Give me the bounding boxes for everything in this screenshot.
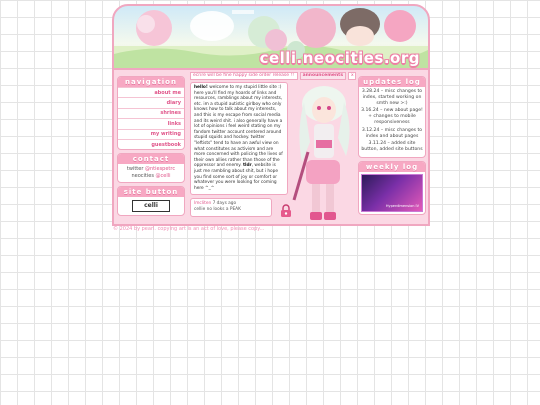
neocities-label: neocities (131, 173, 154, 180)
navigation-box: navigation about me diary shrines links … (117, 76, 185, 151)
twitter-label: twitter (126, 166, 144, 173)
contact-details: twitter @ntiespetrc neocities @celli (118, 164, 184, 182)
nav-link-about-me[interactable]: about me (118, 87, 184, 97)
footer-text: © 2024 by pearl. copying art is an act o… (113, 226, 265, 232)
status-box: lmcliten 7 days ago cellie no looks a PE… (190, 198, 272, 217)
nav-link-shrines[interactable]: shrines (118, 107, 184, 118)
weekly-caption: Hyperdimension IV (385, 203, 419, 208)
twitter-handle-link[interactable]: @ntiespetrc (145, 166, 175, 172)
navigation-heading: navigation (118, 77, 184, 87)
updates-log-box: updates log 3.28.24 – misc changes to in… (358, 76, 426, 158)
weekly-heading: weekly log (359, 161, 425, 172)
welcome-body: welcome to my stupid little site :) here… (194, 85, 283, 169)
marquee-tab: ecrire will be fine happy side order rel… (190, 72, 298, 80)
update-entry: 3.11.24 – added site button, added site … (361, 141, 423, 153)
neocities-handle-link[interactable]: @celli (156, 173, 171, 179)
welcome-emphasis: tldr (242, 163, 252, 169)
site-button-image[interactable]: celli (132, 200, 170, 213)
nav-link-guestbook[interactable]: guestbook (118, 138, 184, 149)
status-username[interactable]: lmcliten (194, 201, 211, 206)
contact-heading: contact (118, 154, 184, 165)
tab-announcements[interactable]: announcements (299, 72, 346, 80)
left-sidebar: navigation about me diary shrines links … (117, 76, 185, 219)
update-entry: 3.12.24 – misc changes to index and abou… (361, 127, 423, 139)
right-sidebar: updates log 3.28.24 – misc changes to in… (358, 76, 426, 218)
main-column: ecrire will be fine happy side order rel… (190, 72, 356, 220)
nav-link-links[interactable]: links (118, 118, 184, 128)
close-tab-button[interactable]: x (348, 72, 356, 80)
update-entry: 3.28.24 – misc changes to index, started… (361, 89, 423, 106)
character-illustration (292, 86, 350, 220)
update-entry: 3.16.24 – new about page! + changes to m… (361, 108, 423, 125)
nav-link-my-writing[interactable]: my writing (118, 128, 184, 139)
welcome-text-box: hello! welcome to my stupid little site … (190, 82, 288, 195)
status-text: cellie no looks a PEAK (194, 206, 241, 212)
contact-box: contact twitter @ntiespetrc neocities @c… (117, 153, 185, 184)
content-frame: navigation about me diary shrines links … (112, 70, 430, 226)
site-button-box: site button celli (117, 186, 185, 217)
top-tabs: ecrire will be fine happy side order rel… (190, 72, 356, 80)
header-banner: celli.neocities.org (112, 4, 430, 70)
updates-list: 3.28.24 – misc changes to index, started… (359, 87, 425, 157)
site-title[interactable]: celli.neocities.org (260, 49, 420, 67)
lock-icon[interactable] (280, 204, 292, 218)
updates-heading: updates log (359, 77, 425, 87)
welcome-greeting: hello! (194, 85, 208, 90)
site-container: celli.neocities.org navigation about me … (112, 4, 430, 226)
site-button-heading: site button (118, 187, 184, 198)
status-time: 7 days ago (212, 201, 237, 206)
weekly-log-box: weekly log Hyperdimension IV (358, 160, 426, 215)
nav-link-diary[interactable]: diary (118, 97, 184, 107)
weekly-album-art[interactable]: Hyperdimension IV (361, 173, 423, 212)
